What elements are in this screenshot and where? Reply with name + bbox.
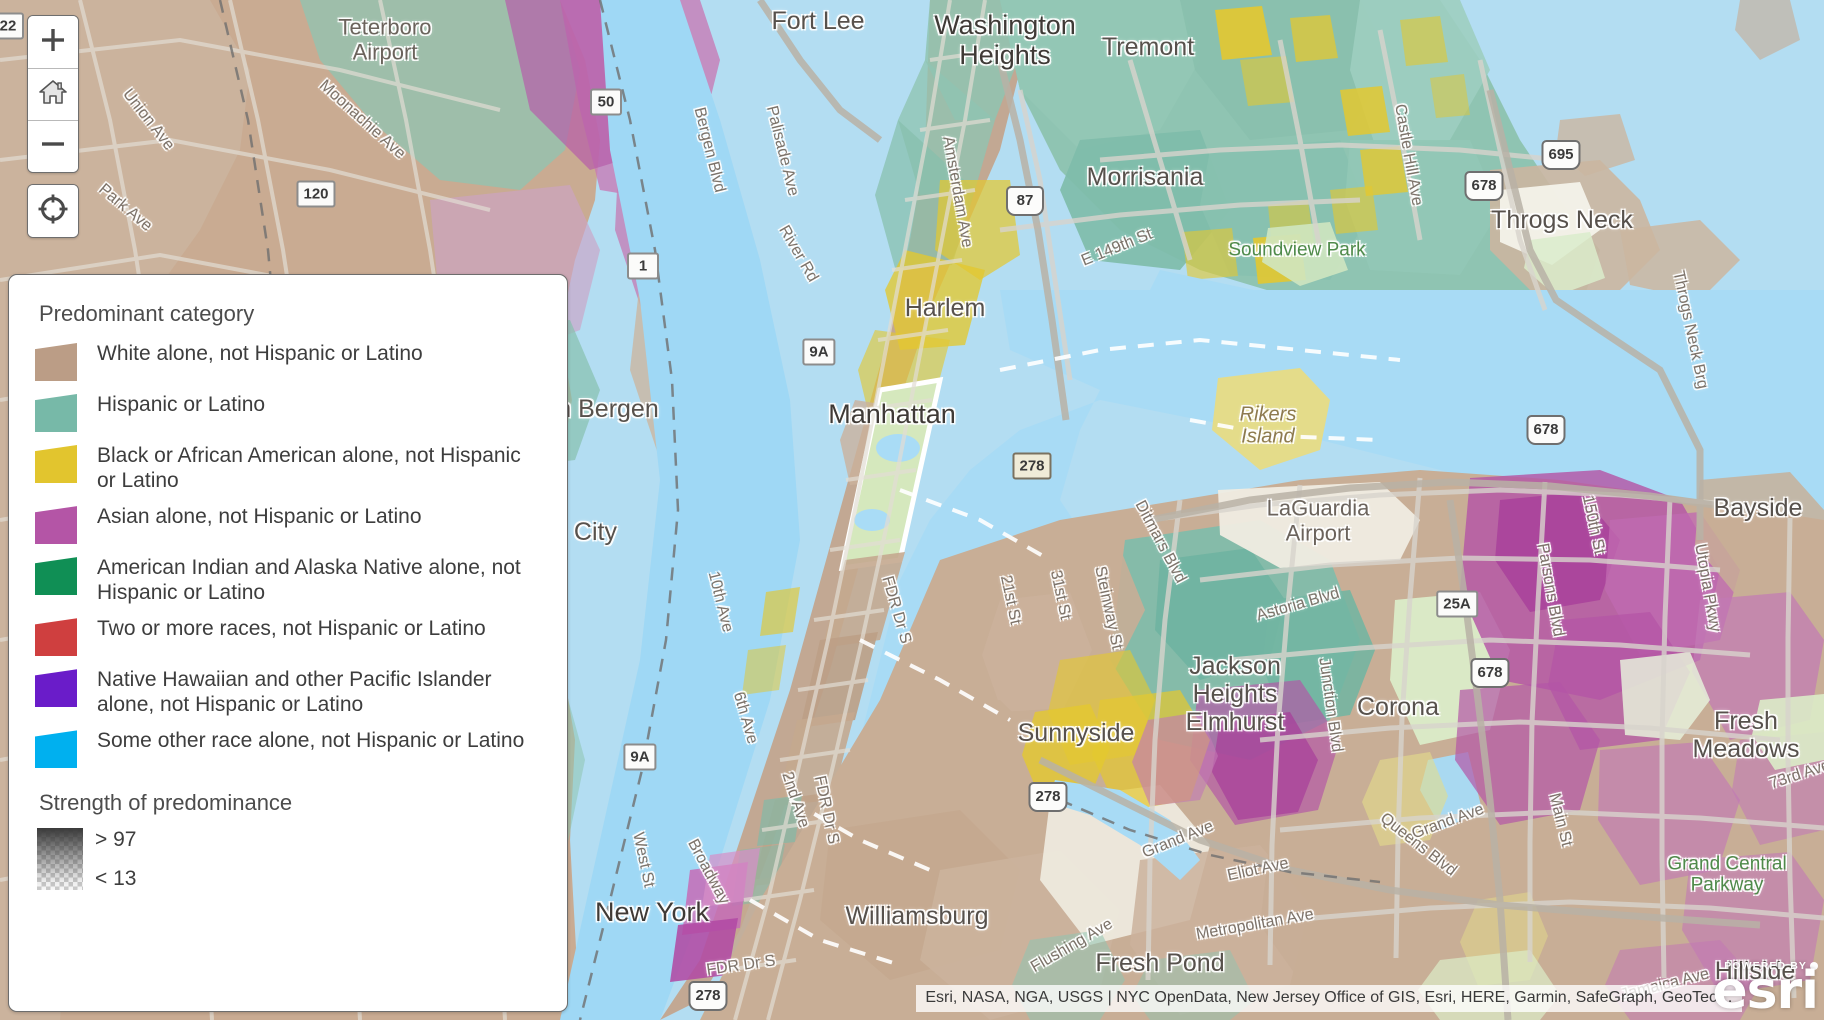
legend-swatch — [35, 343, 77, 381]
legend-swatch — [35, 618, 77, 657]
legend-item-label: White alone, not Hispanic or Latino — [97, 342, 423, 365]
zoom-in-button[interactable] — [28, 16, 78, 68]
legend-category-title: Predominant category — [39, 301, 255, 326]
minus-icon — [40, 131, 66, 162]
legend-item[interactable]: Asian alone, not Hispanic or Latino — [35, 504, 545, 545]
legend-item[interactable]: White alone, not Hispanic or Latino — [35, 341, 545, 381]
locate-control-group — [27, 184, 79, 238]
legend-item[interactable]: American Indian and Alaska Native alone,… — [35, 555, 545, 605]
locate-button[interactable] — [28, 185, 78, 237]
legend-item-label: Native Hawaiian and other Pacific Island… — [97, 668, 492, 716]
legend-swatch — [35, 445, 77, 483]
legend-item[interactable]: Hispanic or Latino — [35, 392, 545, 432]
strength-gradient-swatch — [37, 828, 83, 891]
zoom-control-group — [27, 15, 79, 173]
legend-swatch — [35, 557, 77, 596]
strength-low-label: < 13 — [95, 867, 137, 891]
plus-icon — [40, 27, 66, 58]
zoom-out-button[interactable] — [28, 120, 78, 172]
map-application: Teterboro Airport Fort Lee Washington Heig… — [0, 0, 1824, 1020]
legend-swatch — [35, 730, 77, 769]
legend-item-label: American Indian and Alaska Native alone,… — [97, 556, 521, 604]
esri-logo[interactable]: POWERED BY esri — [1712, 960, 1819, 1020]
legend-item-label: Two or more races, not Hispanic or Latin… — [97, 617, 486, 641]
legend-item-label: Some other race alone, not Hispanic or L… — [97, 729, 525, 753]
legend-swatch — [35, 506, 77, 545]
home-button[interactable] — [28, 68, 78, 120]
legend-item[interactable]: Black or African American alone, not His… — [35, 443, 545, 493]
legend-item-label: Black or African American alone, not His… — [97, 444, 521, 492]
map-controls — [27, 15, 79, 238]
strength-label-group: > 97 < 13 — [95, 828, 136, 890]
strength-legend: > 97 < 13 — [37, 828, 545, 891]
legend-item-label: Hispanic or Latino — [97, 393, 266, 416]
legend-item[interactable]: Two or more races, not Hispanic or Latin… — [35, 616, 545, 657]
locate-icon — [38, 194, 68, 229]
legend-swatch — [35, 669, 77, 708]
legend-item[interactable]: Some other race alone, not Hispanic or L… — [35, 728, 545, 769]
legend-swatch — [35, 394, 77, 432]
legend-category-list: White alone, not Hispanic or Latino Hispa… — [35, 341, 545, 769]
legend-item[interactable]: Native Hawaiian and other Pacific Island… — [35, 667, 545, 717]
legend-strength-title: Strength of predominance — [39, 790, 293, 816]
attribution-bar[interactable]: Esri, NASA, NGA, USGS | NYC OpenData, Ne… — [916, 985, 1742, 1012]
legend-item-label: Asian alone, not Hispanic or Latino — [97, 505, 422, 529]
legend-panel[interactable]: Predominant category White alone, not Hi… — [8, 274, 568, 1012]
home-icon — [39, 79, 67, 110]
esri-wordmark: esri — [1712, 961, 1819, 1020]
strength-high-label: > 97 — [95, 828, 137, 852]
